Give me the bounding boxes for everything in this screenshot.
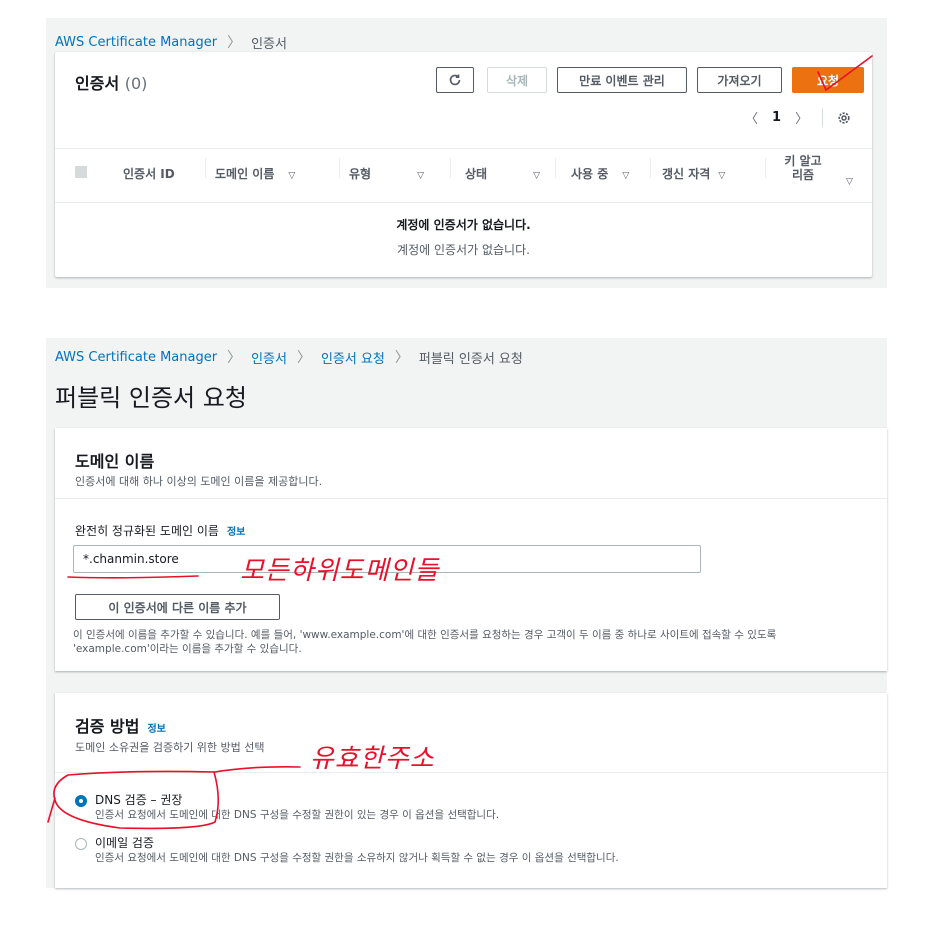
circle-tail-annotation bbox=[47, 797, 56, 823]
underline-annotation bbox=[67, 575, 199, 579]
checkmark-annotation bbox=[817, 55, 873, 92]
circle-annotation bbox=[53, 766, 301, 830]
handwritten-note-valid-address: 유효한주소 bbox=[310, 744, 435, 774]
red-ink-annotations bbox=[47, 55, 873, 830]
handwritten-note-all-subdomains: 모든하위도메인들 bbox=[240, 556, 440, 586]
